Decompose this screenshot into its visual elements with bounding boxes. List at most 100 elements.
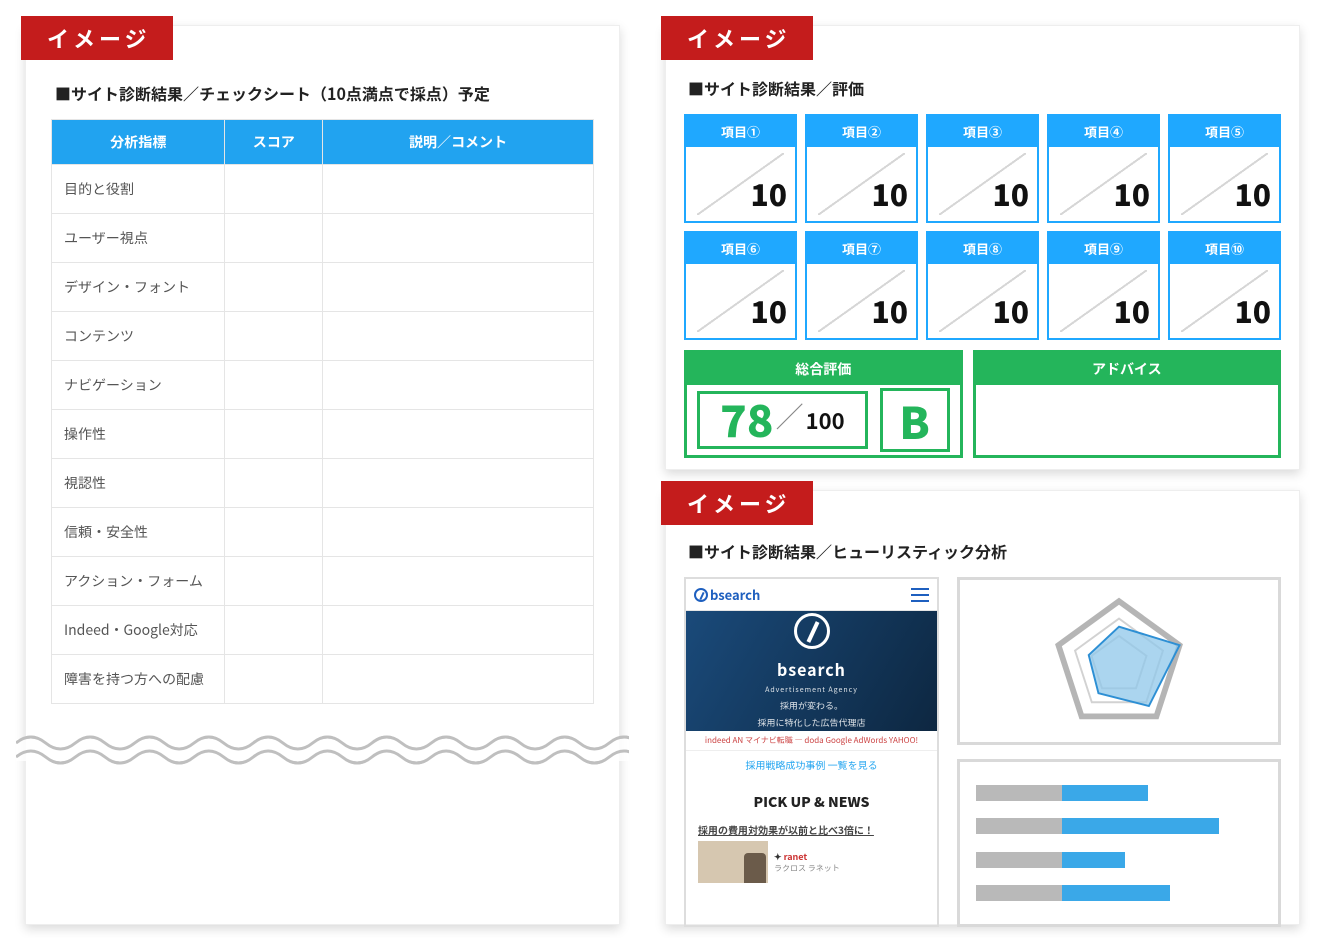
bar-row: [976, 852, 1262, 868]
row-score: [225, 410, 323, 459]
bar-seg-grey: [976, 818, 1062, 834]
bar-row: [976, 785, 1262, 801]
score-card: 項目① 10: [684, 114, 797, 223]
score-card-head: 項目③: [928, 116, 1037, 147]
score-value: 10: [1234, 288, 1271, 332]
panel-evaluation: イメージ ■サイト診断結果／評価 項目① 10項目② 10項目③ 10項目④ 1…: [665, 25, 1300, 470]
row-comment: [322, 508, 593, 557]
row-comment: [322, 361, 593, 410]
table-row: 障害を持つ方への配慮: [52, 655, 594, 704]
score-value: 10: [871, 171, 908, 215]
pickup-heading: PICK UP & NEWS: [686, 778, 937, 822]
score-card: 項目③ 10: [926, 114, 1039, 223]
row-score: [225, 508, 323, 557]
hero-brand: bsearch: [777, 657, 846, 681]
total-score-value: 78: [720, 396, 774, 440]
score-card-head: 項目⑦: [807, 233, 916, 264]
score-cards-row-2: 項目⑥ 10項目⑦ 10項目⑧ 10項目⑨ 10項目⑩ 10: [684, 231, 1281, 340]
row-label: 操作性: [52, 410, 225, 459]
summary-advice: アドバイス: [973, 350, 1281, 458]
checklist-table: 分析指標 スコア 説明／コメント 目的と役割ユーザー視点デザイン・フォントコンテ…: [51, 119, 594, 704]
bar-row: [976, 818, 1262, 834]
table-row: ナビゲーション: [52, 361, 594, 410]
score-card-head: 項目②: [807, 116, 916, 147]
score-card-body: 10: [686, 147, 795, 221]
bar-chart: [957, 759, 1281, 927]
score-card: 項目⑥ 10: [684, 231, 797, 340]
row-label: デザイン・フォント: [52, 263, 225, 312]
bar-seg-blue: [1062, 818, 1219, 834]
badge-label: イメージ: [661, 481, 813, 525]
hamburger-icon[interactable]: [911, 588, 929, 602]
news-brand-sub: ラクロス ラネット: [774, 863, 840, 874]
score-card-body: 10: [1170, 147, 1279, 221]
score-card: 項目⑧ 10: [926, 231, 1039, 340]
row-label: 信頼・安全性: [52, 508, 225, 557]
bar-seg-blue: [1062, 885, 1171, 901]
row-label: アクション・フォーム: [52, 557, 225, 606]
score-card: 項目② 10: [805, 114, 918, 223]
news-thumb: [698, 841, 768, 883]
score-value: 10: [992, 171, 1029, 215]
row-label: ナビゲーション: [52, 361, 225, 410]
row-comment: [322, 557, 593, 606]
total-score-denom: 100: [806, 404, 845, 436]
summary-advice-body: [976, 385, 1278, 455]
score-cards-row-1: 項目① 10項目② 10項目③ 10項目④ 10項目⑤ 10: [684, 114, 1281, 223]
row-comment: [322, 410, 593, 459]
row-score: [225, 606, 323, 655]
hero-logo-icon: [794, 613, 830, 649]
row-score: [225, 214, 323, 263]
score-card-head: 項目⑥: [686, 233, 795, 264]
bar-seg-grey: [976, 852, 1062, 868]
score-card: 項目④ 10: [1047, 114, 1160, 223]
summary-total-head: 総合評価: [687, 353, 960, 385]
badge-label: イメージ: [661, 16, 813, 60]
row-label: Indeed・Google対応: [52, 606, 225, 655]
score-value: 10: [1234, 171, 1271, 215]
score-card-head: 項目④: [1049, 116, 1158, 147]
bar-seg-blue: [1062, 785, 1148, 801]
score-card-head: 項目⑤: [1170, 116, 1279, 147]
total-score: 78 ∕ 100: [697, 391, 868, 449]
table-row: 信頼・安全性: [52, 508, 594, 557]
row-score: [225, 459, 323, 508]
summary-total: 総合評価 78 ∕ 100 B: [684, 350, 963, 458]
score-card-body: 10: [928, 147, 1037, 221]
torn-edge: [16, 729, 629, 769]
row-score: [225, 361, 323, 410]
panel-c-title: ■サイト診断結果／ヒューリスティック分析: [688, 539, 1281, 563]
row-label: ユーザー視点: [52, 214, 225, 263]
panel-checklist: イメージ ■サイト診断結果／チェックシート（10点満点で採点）予定 分析指標 ス…: [25, 25, 620, 925]
row-comment: [322, 263, 593, 312]
score-card: 項目⑩ 10: [1168, 231, 1281, 340]
bar-seg-blue: [1062, 852, 1125, 868]
hero-link[interactable]: 採用戦略成功事例 一覧を見る: [686, 751, 937, 778]
score-card-head: 項目⑧: [928, 233, 1037, 264]
row-label: コンテンツ: [52, 312, 225, 361]
score-card-body: 10: [1049, 147, 1158, 221]
row-score: [225, 165, 323, 214]
th-comment: 説明／コメント: [322, 120, 593, 165]
table-row: 目的と役割: [52, 165, 594, 214]
score-card-body: 10: [686, 264, 795, 338]
score-card: 項目⑦ 10: [805, 231, 918, 340]
row-score: [225, 312, 323, 361]
row-label: 障害を持つ方への配慮: [52, 655, 225, 704]
score-value: 10: [992, 288, 1029, 332]
news-title: 採用の費用対効果が以前と比べ3倍に！: [698, 822, 925, 837]
hero-brand-sub: Advertisement Agency: [765, 685, 858, 695]
panel-b-title: ■サイト診断結果／評価: [688, 76, 1281, 100]
row-comment: [322, 165, 593, 214]
phone-mock: bsearch bsearch Advertisement Agency 採用が…: [684, 577, 939, 927]
badge-label: イメージ: [21, 16, 173, 60]
row-comment: [322, 312, 593, 361]
row-comment: [322, 655, 593, 704]
score-card-head: 項目⑨: [1049, 233, 1158, 264]
score-card: 項目⑨ 10: [1047, 231, 1160, 340]
table-row: Indeed・Google対応: [52, 606, 594, 655]
panel-heuristic: イメージ ■サイト診断結果／ヒューリスティック分析 bsearch bsearc…: [665, 490, 1300, 925]
news-item: 採用の費用対効果が以前と比べ3倍に！ ✦ ranet ラクロス ラネット: [686, 822, 937, 883]
table-row: 視認性: [52, 459, 594, 508]
news-brand: ✦ ranet: [774, 850, 840, 863]
